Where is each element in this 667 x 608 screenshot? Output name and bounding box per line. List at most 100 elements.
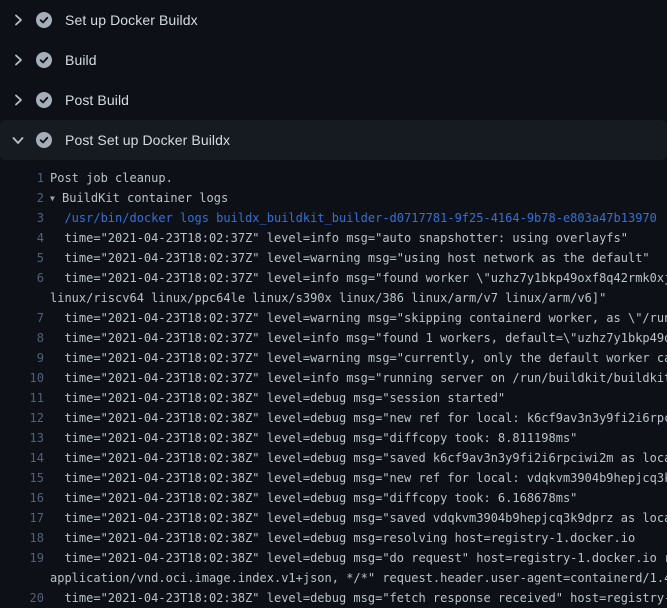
log-line-text: time="2021-04-23T18:02:37Z" level=info m… [50,268,667,288]
check-circle-icon [36,12,52,28]
log-line-message: time="2021-04-23T18:02:38Z" level=debug … [50,551,667,565]
step-label: Set up Docker Buildx [65,12,198,28]
log-line-number[interactable]: 10 [0,368,44,388]
log-line: 18 time="2021-04-23T18:02:38Z" level=deb… [0,528,667,548]
chevron-down-icon[interactable] [13,132,23,148]
step-label: Post Build [65,92,129,108]
log-line-message: time="2021-04-23T18:02:37Z" level=info m… [50,331,667,345]
log-line-number[interactable]: 12 [0,408,44,428]
step-row[interactable]: Post Set up Docker Buildx [0,120,667,160]
check-circle-icon [36,132,52,148]
log-line: 9 time="2021-04-23T18:02:37Z" level=warn… [0,348,667,368]
check-circle-icon [36,92,52,108]
log-line-message: time="2021-04-23T18:02:38Z" level=debug … [50,591,667,605]
log-line-number[interactable]: 9 [0,348,44,368]
log-line-message: time="2021-04-23T18:02:38Z" level=debug … [50,491,577,505]
step-row[interactable]: Set up Docker Buildx [0,0,667,40]
log-line-text: time="2021-04-23T18:02:38Z" level=debug … [50,468,667,488]
log-line: 2 ▼BuildKit container logs [0,188,667,208]
chevron-right-icon[interactable] [13,92,23,108]
log-line-number[interactable]: 2 [0,188,44,208]
log-line-text: time="2021-04-23T18:02:38Z" level=debug … [50,548,667,568]
log-line: 17 time="2021-04-23T18:02:38Z" level=deb… [0,508,667,528]
log-line-text: time="2021-04-23T18:02:38Z" level=debug … [50,388,505,408]
log-line-number[interactable] [0,568,44,588]
log-line-number[interactable]: 14 [0,448,44,468]
log-line-number[interactable]: 20 [0,588,44,608]
log-line-text: time="2021-04-23T18:02:38Z" level=debug … [50,428,577,448]
log-line: 12 time="2021-04-23T18:02:38Z" level=deb… [0,408,667,428]
step-label: Build [65,52,97,68]
log-line: 15 time="2021-04-23T18:02:38Z" level=deb… [0,468,667,488]
log-line-message: time="2021-04-23T18:02:37Z" level=info m… [50,271,667,285]
log-line: 4 time="2021-04-23T18:02:37Z" level=info… [0,228,667,248]
log-line: 14 time="2021-04-23T18:02:38Z" level=deb… [0,448,667,468]
log-line-message: time="2021-04-23T18:02:37Z" level=warnin… [50,351,667,365]
log-line-text: time="2021-04-23T18:02:38Z" level=debug … [50,588,667,608]
log-line-message: time="2021-04-23T18:02:38Z" level=debug … [50,511,667,525]
log-line: 16 time="2021-04-23T18:02:38Z" level=deb… [0,488,667,508]
log-line-message: time="2021-04-23T18:02:38Z" level=debug … [50,451,667,465]
log-line-number[interactable]: 7 [0,308,44,328]
step-label: Post Set up Docker Buildx [65,132,230,148]
log-line-number[interactable]: 4 [0,228,44,248]
check-circle-icon [36,52,52,68]
log-line-number[interactable]: 15 [0,468,44,488]
log-line-number[interactable]: 18 [0,528,44,548]
log-line-text: time="2021-04-23T18:02:37Z" level=warnin… [50,248,650,268]
log-line-text: time="2021-04-23T18:02:37Z" level=info m… [50,228,628,248]
log-line: 7 time="2021-04-23T18:02:37Z" level=warn… [0,308,667,328]
log-line-text: time="2021-04-23T18:02:38Z" level=debug … [50,528,635,548]
chevron-right-icon[interactable] [13,52,23,68]
log-line-message: time="2021-04-23T18:02:37Z" level=warnin… [50,311,667,325]
log-line: 10 time="2021-04-23T18:02:37Z" level=inf… [0,368,667,388]
log-line-text: linux/riscv64 linux/ppc64le linux/s390x … [50,288,606,308]
log-line-text: time="2021-04-23T18:02:37Z" level=warnin… [50,308,667,328]
log-line-message: time="2021-04-23T18:02:37Z" level=info m… [50,231,628,245]
log-line-number[interactable]: 8 [0,328,44,348]
log-line-number[interactable]: 6 [0,268,44,288]
log-line-text: time="2021-04-23T18:02:38Z" level=debug … [50,488,577,508]
log-line-number[interactable]: 17 [0,508,44,528]
log-line-message: time="2021-04-23T18:02:38Z" level=debug … [50,431,577,445]
triangle-down-icon[interactable]: ▼ [50,189,62,209]
log-line-number[interactable]: 19 [0,548,44,568]
log-line: 11 time="2021-04-23T18:02:38Z" level=deb… [0,388,667,408]
log-line: 5 time="2021-04-23T18:02:37Z" level=warn… [0,248,667,268]
log-line-text: time="2021-04-23T18:02:38Z" level=debug … [50,408,667,428]
log-line-number[interactable]: 5 [0,248,44,268]
log-line-message: time="2021-04-23T18:02:38Z" level=debug … [50,411,667,425]
log-line-message: /usr/bin/docker logs buildx_buildkit_bui… [50,211,657,225]
log-line-text: time="2021-04-23T18:02:38Z" level=debug … [50,448,667,468]
log-line-message: time="2021-04-23T18:02:37Z" level=warnin… [50,251,650,265]
step-row[interactable]: Build [0,40,667,80]
log-line-number[interactable]: 11 [0,388,44,408]
chevron-right-icon[interactable] [13,12,23,28]
log-line-message: application/vnd.oci.image.index.v1+json,… [50,571,667,585]
log-line: 3 /usr/bin/docker logs buildx_buildkit_b… [0,208,667,228]
log-line-text: /usr/bin/docker logs buildx_buildkit_bui… [50,208,657,228]
log-line-number[interactable]: 3 [0,208,44,228]
log-line-number[interactable]: 16 [0,488,44,508]
log-line-text: time="2021-04-23T18:02:37Z" level=warnin… [50,348,667,368]
log-line-text: time="2021-04-23T18:02:38Z" level=debug … [50,508,667,528]
log-line-text: application/vnd.oci.image.index.v1+json,… [50,568,667,588]
log-viewer: 1 Post job cleanup. 2 ▼BuildKit containe… [0,160,667,608]
log-line-message: Post job cleanup. [50,171,173,185]
log-line-text: time="2021-04-23T18:02:37Z" level=info m… [50,328,667,348]
log-line-message: BuildKit container logs [62,191,228,205]
log-line-message: time="2021-04-23T18:02:38Z" level=debug … [50,531,635,545]
log-line-number[interactable]: 1 [0,168,44,188]
log-line-text: Post job cleanup. [50,168,173,188]
log-line-message: time="2021-04-23T18:02:37Z" level=info m… [50,371,667,385]
log-line-message: time="2021-04-23T18:02:38Z" level=debug … [50,471,667,485]
step-row[interactable]: Post Build [0,80,667,120]
steps-list: Set up Docker Buildx Build P [0,0,667,160]
log-line: 20 time="2021-04-23T18:02:38Z" level=deb… [0,588,667,608]
log-line: linux/riscv64 linux/ppc64le linux/s390x … [0,288,667,308]
log-line-number[interactable]: 13 [0,428,44,448]
log-line-message: linux/riscv64 linux/ppc64le linux/s390x … [50,291,606,305]
log-line-number[interactable] [0,288,44,308]
log-line: 19 time="2021-04-23T18:02:38Z" level=deb… [0,548,667,568]
log-line-text: time="2021-04-23T18:02:37Z" level=info m… [50,368,667,388]
